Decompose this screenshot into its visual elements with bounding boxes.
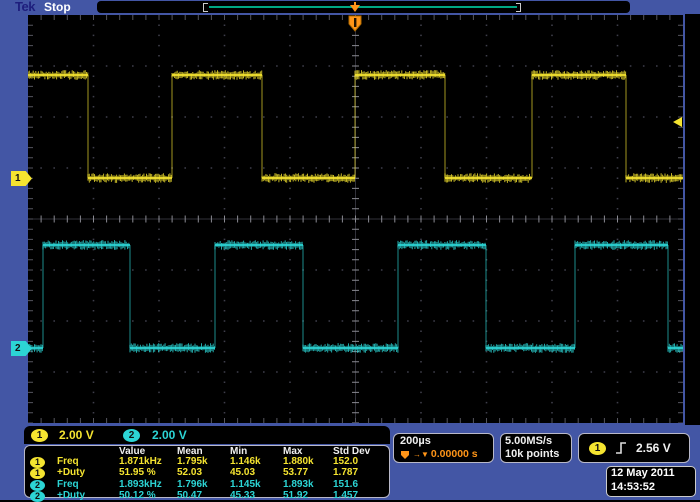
waveform-display	[26, 13, 685, 425]
measurement-value: 50.12 %	[119, 491, 177, 502]
record-view-bar[interactable]	[97, 1, 630, 13]
channel1-badge[interactable]: 1	[31, 429, 48, 442]
record-trigger-arrow-stem	[354, 2, 356, 6]
horizontal-position-readout: →▼ 0.00000 s	[400, 448, 487, 461]
horizontal-settings-box[interactable]: 200µs →▼ 0.00000 s	[393, 433, 494, 463]
measurement-min: 45.33	[230, 491, 283, 502]
datetime-box: 12 May 2011 14:53:52	[606, 466, 696, 497]
channel-readout-bar: 1 2.00 V 2 2.00 V	[24, 426, 390, 444]
bottom-panel: 1 2.00 V 2 2.00 V ValueMeanMinMaxStd Dev…	[0, 425, 700, 500]
record-trigger-arrow-icon	[350, 5, 360, 12]
time-label: 14:53:52	[611, 481, 691, 495]
tek-logo: Tek	[15, 0, 35, 14]
waveform-ch1-edges	[88, 75, 626, 178]
measurement-mean: 50.47	[177, 491, 230, 502]
record-window-left-bracket-icon	[203, 3, 208, 12]
channel2-badge[interactable]: 2	[123, 429, 140, 442]
trigger-flag-icon	[400, 450, 411, 460]
measurement-channel-badge: 2	[30, 480, 45, 491]
measurement-channel-badge: 1	[30, 468, 45, 479]
header-spacer	[30, 447, 57, 457]
measurement-stddev: 1.787	[333, 468, 389, 479]
record-window-right-bracket-icon	[516, 3, 521, 12]
measurement-max: 53.77	[283, 468, 333, 479]
measurement-max: 51.92	[283, 491, 333, 502]
trigger-source-badge: 1	[589, 442, 606, 455]
channel1-scale[interactable]: 2.00 V	[59, 426, 94, 444]
measurement-mean: 52.03	[177, 468, 230, 479]
record-points: 10k points	[505, 448, 567, 461]
oscilloscope-screen: { "header": { "logo": "Tek", "status": "…	[0, 0, 700, 500]
measurement-stddev: 1.457	[333, 491, 389, 502]
record-line	[209, 6, 517, 8]
top-bar: Tek Stop	[0, 0, 700, 14]
position-arrow-icon: →▼	[413, 448, 429, 461]
sample-rate: 5.00MS/s	[505, 435, 567, 448]
date-label: 12 May 2011	[611, 467, 691, 481]
timebase-scale: 200µs	[400, 435, 487, 448]
trigger-position-marker-icon[interactable]	[348, 15, 363, 32]
acquisition-box[interactable]: 5.00MS/s 10k points	[500, 433, 572, 463]
trigger-level-value: 2.56 V	[636, 442, 671, 455]
acquisition-status: Stop	[44, 0, 71, 14]
graticule-svg	[28, 15, 683, 423]
measurement-value: 51.95 %	[119, 468, 177, 479]
trigger-box[interactable]: 1 2.56 V	[578, 433, 690, 463]
rising-edge-slope-icon	[614, 440, 628, 456]
horizontal-position-value: 0.00000 s	[431, 448, 478, 461]
measurement-row: 2 +Duty50.12 %50.4745.3351.921.457	[30, 491, 389, 502]
measurement-channel-badge: 1	[30, 457, 45, 468]
channel2-scale[interactable]: 2.00 V	[152, 426, 187, 444]
measurements-rows: 1Freq1.871kHz1.795k1.146k1.880k152.01+Du…	[30, 457, 389, 502]
measurement-min: 45.03	[230, 468, 283, 479]
measurement-name: +Duty	[57, 468, 119, 479]
measurements-table: ValueMeanMinMaxStd Dev 1Freq1.871kHz1.79…	[24, 445, 390, 498]
measurement-name: +Duty	[57, 491, 119, 502]
trigger-level-arrow-icon[interactable]	[673, 117, 682, 127]
measurement-channel-badge: 2	[30, 491, 45, 502]
measurement-row: 1 +Duty51.95 %52.0345.0353.771.787	[30, 468, 389, 479]
